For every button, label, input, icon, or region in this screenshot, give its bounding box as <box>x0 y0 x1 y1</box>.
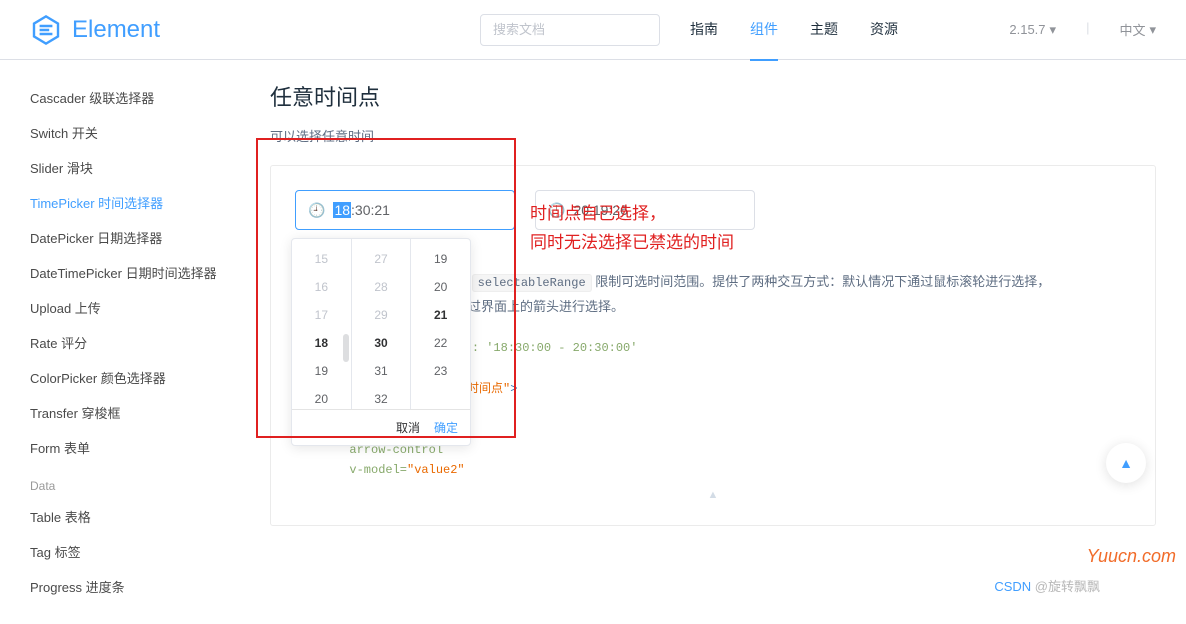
sidebar-item-table[interactable]: Table 表格 <box>30 499 240 534</box>
second-cell[interactable]: 22 <box>411 329 470 357</box>
second-cell[interactable]: 20 <box>411 273 470 301</box>
desc-text: 通过界面上的箭头进行选择。 <box>455 299 624 314</box>
version-label: 2.15.7 <box>1009 22 1045 37</box>
second-spinner[interactable]: 19 20 21 22 23 <box>410 239 470 409</box>
desc-text: 限制可选时间范围。提供了两种交互方式：默认情况下通过鼠标滚轮进行选择， <box>592 274 1051 289</box>
caret-up-icon: ▲ <box>1119 455 1133 471</box>
minute-spinner[interactable]: 27 28 29 30 31 32 <box>351 239 411 409</box>
hour-cell[interactable]: 15 <box>292 245 351 273</box>
second-cell[interactable]: 19 <box>411 245 470 273</box>
annotation-text: 时间点自己选择， 同时无法选择已禁选的时间 <box>530 200 734 258</box>
watermark-site: Yuucn.com <box>1087 546 1176 567</box>
element-logo-icon <box>30 14 62 46</box>
minute-cell[interactable]: 28 <box>352 273 411 301</box>
sidebar-item-datepicker[interactable]: DatePicker 日期选择器 <box>30 220 240 255</box>
minute-cell[interactable]: 32 <box>352 385 411 409</box>
sidebar-item-cascader[interactable]: Cascader 级联选择器 <box>30 80 240 115</box>
chevron-down-icon: ▾ <box>1050 22 1057 38</box>
sidebar: Cascader 级联选择器 Switch 开关 Slider 滑块 TimeP… <box>0 60 240 624</box>
clock-icon: 🕘 <box>308 202 325 219</box>
expand-caret-icon[interactable]: ▲ <box>295 489 1131 501</box>
header-right: 2.15.7 ▾ | 中文 ▾ <box>1009 20 1156 39</box>
sidebar-item-tag[interactable]: Tag 标签 <box>30 534 240 569</box>
sidebar-item-progress[interactable]: Progress 进度条 <box>30 569 240 604</box>
annotation-line2: 同时无法选择已禁选的时间 <box>530 229 734 258</box>
top-header: Element 指南 组件 主题 资源 2.15.7 ▾ | 中文 ▾ <box>0 0 1186 60</box>
sidebar-item-transfer[interactable]: Transfer 穿梭框 <box>30 395 240 430</box>
divider: | <box>1086 20 1089 39</box>
section-title: 任意时间点 <box>270 80 1156 112</box>
minute-cell[interactable]: 27 <box>352 245 411 273</box>
nav-guide[interactable]: 指南 <box>690 0 718 61</box>
main-content: 任意时间点 可以选择任意时间 🕘 18:30:21 🕘 20:19:26 15 … <box>240 60 1186 624</box>
second-cell-selected[interactable]: 21 <box>411 301 470 329</box>
sidebar-item-form[interactable]: Form 表单 <box>30 430 240 465</box>
watermark-csdn: CSDN @旋转飘飘 <box>994 576 1100 595</box>
hour-spinner[interactable]: 15 16 17 18 19 20 <box>292 239 351 409</box>
code-attr: v-model= <box>335 463 407 477</box>
search-container <box>480 14 660 46</box>
inline-code: selectableRange <box>472 274 592 292</box>
minute-cell[interactable]: 29 <box>352 301 411 329</box>
author-text: @旋转飘飘 <box>1031 579 1100 594</box>
sidebar-item-slider[interactable]: Slider 滑块 <box>30 150 240 185</box>
sidebar-item-rate[interactable]: Rate 评分 <box>30 325 240 360</box>
sidebar-item-upload[interactable]: Upload 上传 <box>30 290 240 325</box>
hour-cell[interactable]: 20 <box>292 385 351 409</box>
hour-cell[interactable]: 17 <box>292 301 351 329</box>
sidebar-item-datetimepicker[interactable]: DateTimePicker 日期时间选择器 <box>30 255 240 290</box>
nav-resources[interactable]: 资源 <box>870 0 898 61</box>
time-picker-popup: 15 16 17 18 19 20 27 28 29 30 31 <box>291 238 471 446</box>
version-dropdown[interactable]: 2.15.7 ▾ <box>1009 20 1056 39</box>
nav-components[interactable]: 组件 <box>750 0 778 61</box>
minute-cell-selected[interactable]: 30 <box>352 329 411 357</box>
hour-cell[interactable]: 16 <box>292 273 351 301</box>
sidebar-item-colorpicker[interactable]: ColorPicker 颜色选择器 <box>30 360 240 395</box>
hour-cell[interactable]: 19 <box>292 357 351 385</box>
sidebar-item-timepicker[interactable]: TimePicker 时间选择器 <box>30 185 240 220</box>
sidebar-group-data: Data <box>30 465 240 499</box>
brand-logo[interactable]: Element <box>30 14 160 46</box>
chevron-down-icon: ▾ <box>1149 22 1156 38</box>
search-input[interactable] <box>480 14 660 46</box>
cancel-button[interactable]: 取消 <box>396 419 420 436</box>
sidebar-item-switch[interactable]: Switch 开关 <box>30 115 240 150</box>
code-str: "value2" <box>407 463 465 477</box>
nav-theme[interactable]: 主题 <box>810 0 838 61</box>
hour-scrollbar[interactable] <box>343 334 349 362</box>
second-cell[interactable]: 23 <box>411 357 470 385</box>
selected-hour: 18 <box>333 202 351 218</box>
time-value-1: 18:30:21 <box>333 202 390 218</box>
brand-text: Element <box>72 16 160 44</box>
lang-label: 中文 <box>1119 20 1145 39</box>
section-subtitle: 可以选择任意时间 <box>270 126 1156 145</box>
top-nav: 指南 组件 主题 资源 <box>690 0 898 61</box>
minute-cell[interactable]: 31 <box>352 357 411 385</box>
code-tag: > <box>510 382 517 396</box>
confirm-button[interactable]: 确定 <box>434 419 458 436</box>
time-rest: :30:21 <box>351 202 390 218</box>
annotation-line1: 时间点自己选择， <box>530 200 734 229</box>
lang-dropdown[interactable]: 中文 ▾ <box>1119 20 1156 39</box>
hour-cell-selected[interactable]: 18 <box>292 329 351 357</box>
csdn-text: CSDN <box>994 579 1031 594</box>
back-to-top-button[interactable]: ▲ <box>1106 443 1146 483</box>
popup-footer: 取消 确定 <box>292 409 470 445</box>
time-input-1[interactable]: 🕘 18:30:21 <box>295 190 515 230</box>
